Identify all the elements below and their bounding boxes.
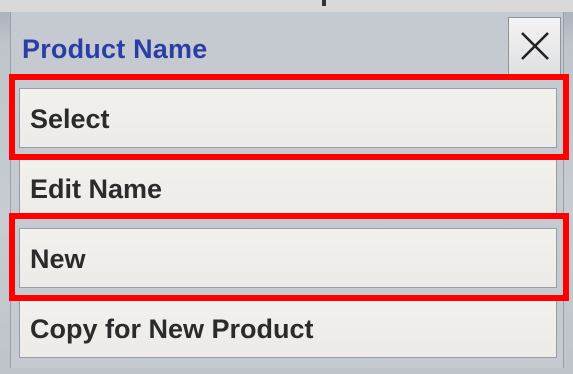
edit-name-button-label: Edit Name — [30, 174, 163, 204]
new-button[interactable]: New — [19, 228, 557, 288]
bezel-mark — [322, 0, 326, 6]
copy-for-new-product-button[interactable]: Copy for New Product — [19, 298, 557, 358]
new-button-label: New — [30, 244, 86, 274]
edit-name-button[interactable]: Edit Name — [19, 158, 557, 218]
select-button[interactable]: Select — [19, 88, 557, 148]
dialog-title: Product Name — [22, 34, 208, 64]
close-button[interactable] — [508, 17, 561, 75]
close-icon — [521, 32, 549, 60]
copy-for-new-product-button-label: Copy for New Product — [30, 314, 314, 344]
select-button-label: Select — [30, 104, 110, 134]
screen-bezel-top — [0, 0, 573, 12]
touch-screen: Product Name Select Edit Name New Copy f… — [0, 0, 573, 374]
